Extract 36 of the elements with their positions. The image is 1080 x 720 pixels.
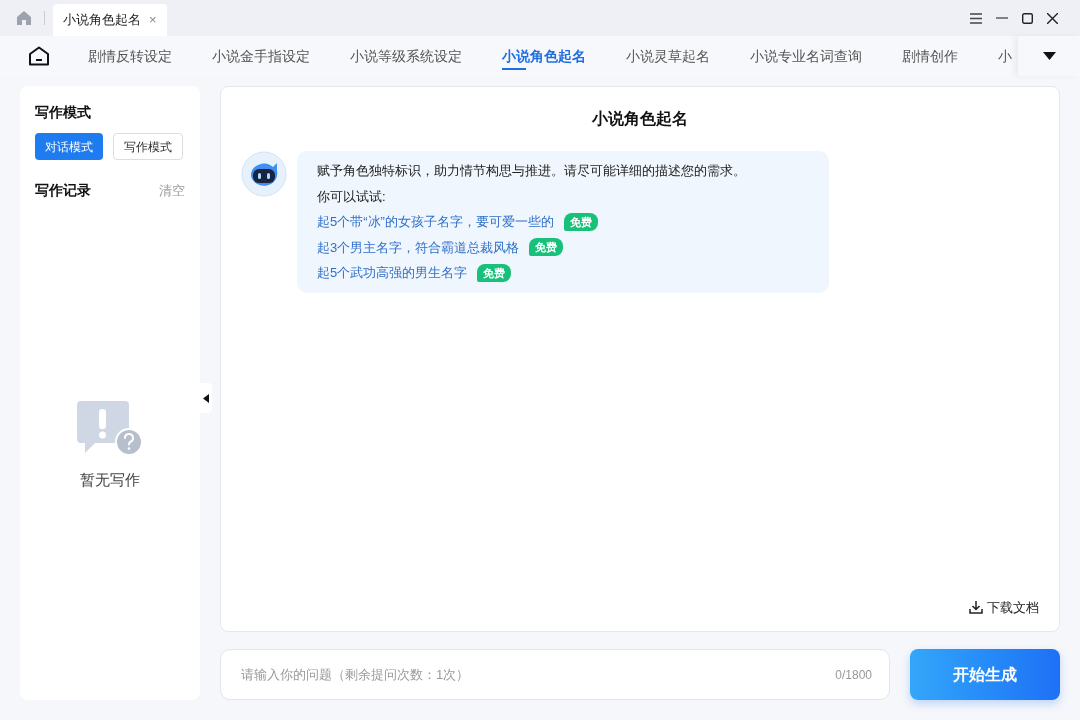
download-icon bbox=[969, 600, 983, 615]
nav-tab[interactable]: 小说灵草起名 bbox=[626, 36, 710, 76]
suggestion-link[interactable]: 起3个男主名字，符合霸道总裁风格 bbox=[317, 237, 520, 257]
section-title: 写作模式 bbox=[35, 103, 92, 122]
mode-button[interactable]: 写作模式 bbox=[113, 133, 183, 160]
close-icon[interactable] bbox=[1047, 12, 1058, 24]
mode-button[interactable]: 对话模式 bbox=[35, 133, 103, 160]
char-counter: 0/1800 bbox=[835, 667, 872, 684]
suggestion-link[interactable]: 起5个武功高强的男生名字 bbox=[317, 263, 468, 283]
section-title: 写作记录 bbox=[35, 181, 91, 200]
maximize-icon[interactable] bbox=[1022, 12, 1033, 24]
nav-tab[interactable]: 小说角色起名 bbox=[502, 36, 586, 76]
nav-tab[interactable]: 小说等级系统设定 bbox=[350, 36, 462, 76]
nav-tab[interactable]: 小说金手指设定 bbox=[212, 36, 310, 76]
home-icon[interactable] bbox=[28, 46, 50, 66]
message-text: 你可以试试: bbox=[317, 187, 387, 206]
window-tab[interactable]: 小说角色起名 × bbox=[53, 4, 167, 36]
nav-tab[interactable]: 小说专业名词查询 bbox=[750, 36, 862, 76]
close-tab-icon[interactable]: × bbox=[149, 10, 157, 30]
collapse-icon bbox=[203, 393, 209, 403]
collapse-handle[interactable] bbox=[200, 383, 212, 413]
message-text: 赋予角色独特标识，助力情节构思与推进。请尽可能详细的描述您的需求。 bbox=[317, 162, 747, 180]
download-button[interactable]: 下载文档 bbox=[969, 597, 1039, 617]
empty-text: 暂无写作 bbox=[80, 470, 140, 490]
nav-tab[interactable]: 剧情创作 bbox=[902, 36, 958, 76]
chat-title: 小说角色起名 bbox=[592, 109, 688, 129]
robot-avatar bbox=[241, 151, 287, 197]
free-badge: 免费 bbox=[477, 263, 512, 282]
nav-tab[interactable]: 剧情反转设定 bbox=[88, 36, 172, 76]
dropdown-icon[interactable] bbox=[1042, 52, 1056, 60]
free-badge: 免费 bbox=[563, 212, 598, 231]
nav-tab[interactable]: 小 bbox=[998, 36, 1012, 76]
empty-state-icon bbox=[77, 401, 143, 457]
menu-icon[interactable] bbox=[970, 12, 982, 24]
free-badge: 免费 bbox=[529, 238, 564, 257]
suggestion-link[interactable]: 起5个带“冰”的女孩子名字，要可爱一些的 bbox=[317, 212, 554, 232]
